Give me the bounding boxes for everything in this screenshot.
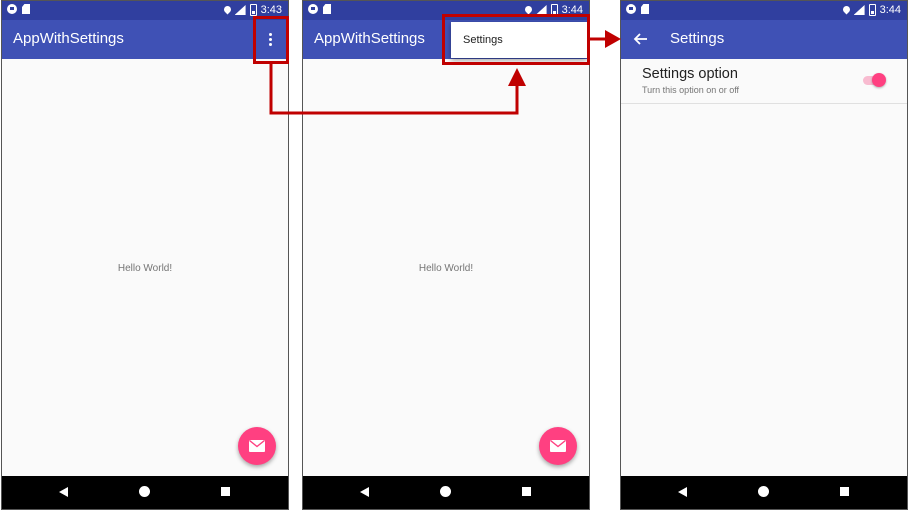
arrowhead-up <box>508 68 526 86</box>
arrowhead-right <box>605 30 621 48</box>
flow-arrows <box>269 30 621 115</box>
connector-arrow-to-menu <box>269 64 519 115</box>
